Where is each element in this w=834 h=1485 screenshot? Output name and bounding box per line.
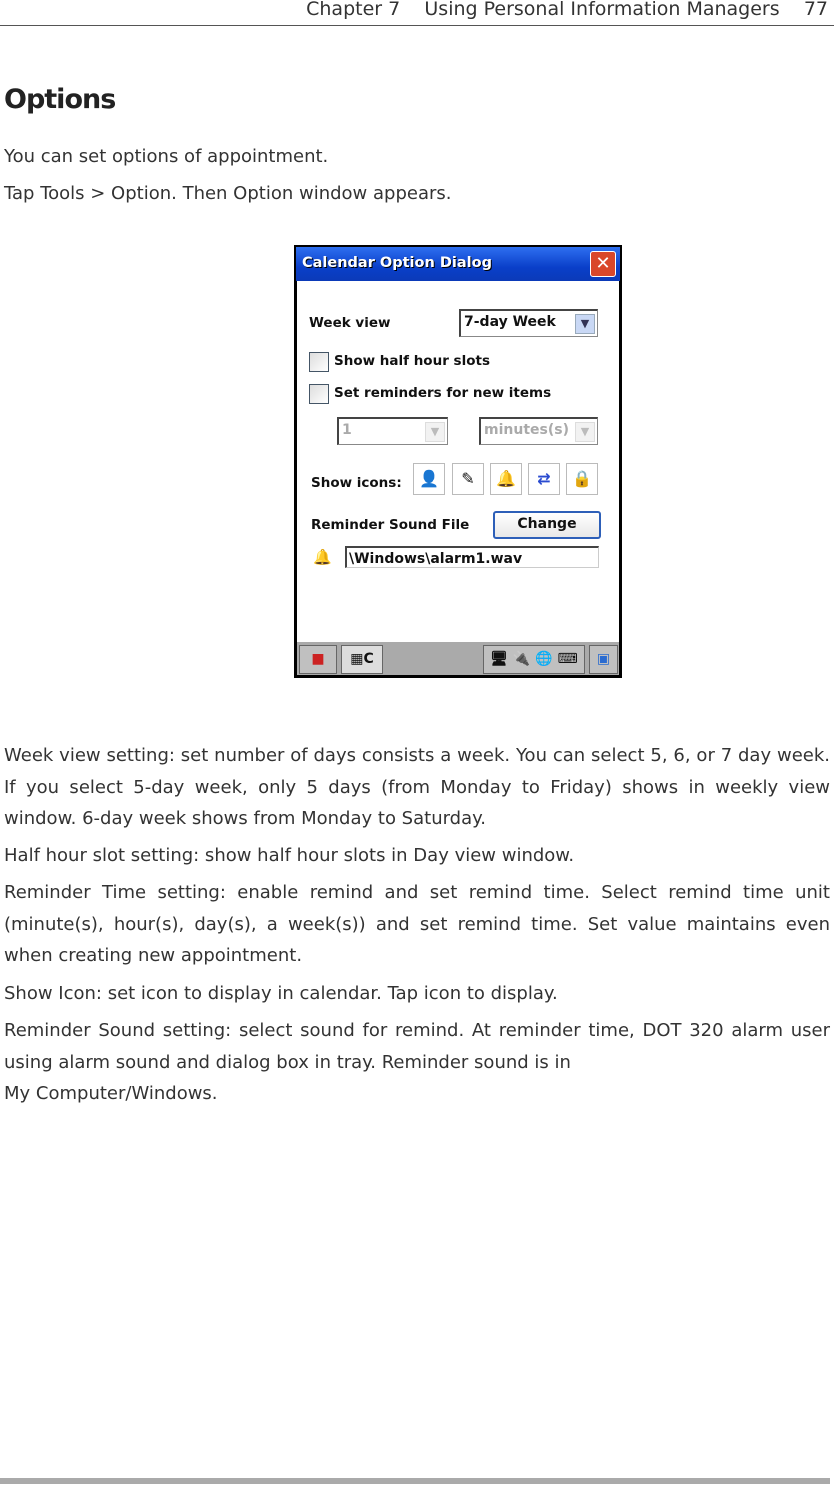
start-button[interactable]: ■ [299, 645, 337, 674]
windows-logo-icon: ■ [311, 651, 325, 667]
dialog-title: Calendar Option Dialog [302, 255, 492, 271]
bell-icon[interactable]: 🔔 [490, 463, 522, 495]
body-paragraph: Show Icon: set icon to display in calend… [4, 983, 558, 1004]
system-tray: 🖥 🔌 🌐 ⌨ [483, 645, 585, 674]
reminders-checkbox[interactable] [309, 384, 329, 404]
sound-file-label: Reminder Sound File [311, 517, 470, 533]
taskbar-app-label: C [363, 651, 374, 667]
body-paragraph: Reminder Time setting: enable remind and… [4, 882, 830, 966]
reminder-amount-select[interactable]: 1 ▼ [337, 417, 448, 445]
reminder-unit-value: minutes(s) [484, 422, 569, 438]
footer-rule [0, 1478, 830, 1484]
bell-icon: 🔔 [313, 548, 332, 566]
connectivity-icon[interactable]: 🌐 [535, 651, 552, 667]
close-button[interactable]: ✕ [590, 251, 616, 277]
header-rule [0, 25, 834, 26]
dialog-client: Week view 7-day Week ▼ Show half hour slo… [297, 281, 619, 642]
desktop-icon: ▣ [596, 651, 611, 667]
recurrence-icon[interactable]: ⇄ [528, 463, 560, 495]
power-plug-icon[interactable]: 🔌 [513, 651, 530, 667]
body-paragraph: Week view setting: set number of days co… [4, 745, 830, 829]
reminder-unit-select[interactable]: minutes(s) ▼ [479, 417, 598, 445]
week-view-select[interactable]: 7-day Week ▼ [459, 309, 598, 337]
chevron-down-icon[interactable]: ▼ [575, 314, 595, 334]
change-button[interactable]: Change [493, 511, 601, 539]
reminders-label: Set reminders for new items [334, 385, 552, 401]
desktop-button[interactable]: ▣ [589, 645, 618, 674]
network-icon[interactable]: 🖥 [490, 651, 508, 667]
sound-file-field[interactable]: \Windows\alarm1.wav [345, 546, 599, 568]
page-number: 77 [803, 0, 828, 20]
keyboard-icon[interactable]: ⌨ [558, 651, 578, 667]
body-paragraph: Reminder Sound setting: select sound for… [4, 1020, 830, 1073]
intro-line: You can set options of appointment. [4, 146, 329, 167]
taskbar: ■ ▦C 🖥 🔌 🌐 ⌨ ▣ [297, 642, 619, 675]
calendar-icon: ▦ [350, 651, 364, 667]
week-view-value: 7-day Week [464, 314, 556, 330]
pencil-icon[interactable]: ✎ [452, 463, 484, 495]
chevron-down-icon[interactable]: ▼ [575, 422, 595, 442]
half-hour-label: Show half hour slots [334, 353, 490, 369]
half-hour-checkbox[interactable] [309, 352, 329, 372]
calendar-option-dialog: Calendar Option Dialog ✕ Week view 7-day … [294, 245, 622, 678]
intro-line: Tap Tools > Option. Then Option window a… [4, 183, 452, 204]
lock-icon[interactable]: 🔒 [566, 463, 598, 495]
body-paragraph: Half hour slot setting: show half hour s… [4, 845, 575, 866]
taskbar-app-calendar[interactable]: ▦C [341, 645, 383, 674]
body-paragraph: My Computer/Windows. [4, 1083, 218, 1104]
chapter-label: Chapter 7 [306, 0, 401, 20]
reminder-amount-value: 1 [342, 422, 352, 438]
chapter-title: Using Personal Information Managers [424, 0, 780, 20]
person-icon[interactable]: 👤 [413, 463, 445, 495]
chevron-down-icon[interactable]: ▼ [425, 422, 445, 442]
week-view-label: Week view [309, 315, 391, 331]
title-bar: Calendar Option Dialog ✕ [296, 247, 620, 281]
show-icons-label: Show icons: [311, 475, 402, 491]
page-header: Chapter 7 Using Personal Information Man… [306, 0, 828, 20]
section-heading: Options [4, 84, 116, 115]
